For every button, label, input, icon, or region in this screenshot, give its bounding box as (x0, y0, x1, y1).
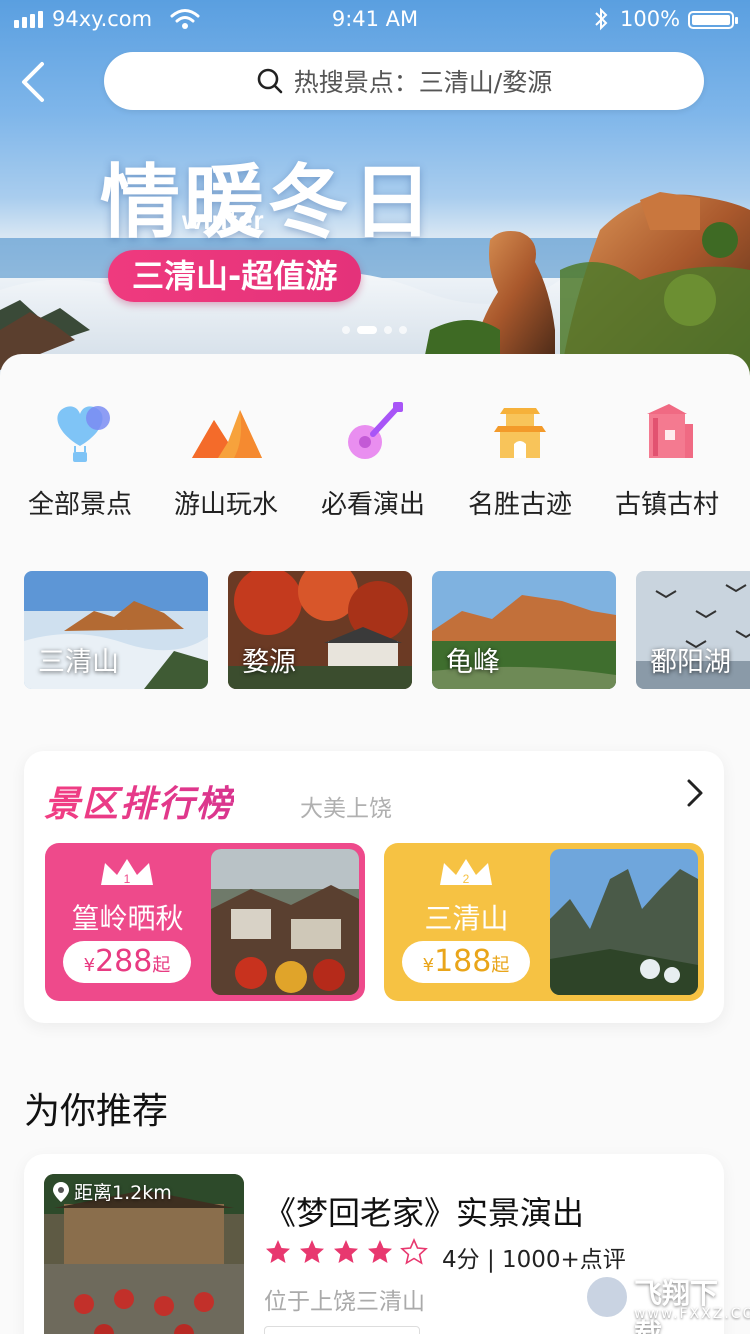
search-icon (257, 68, 283, 94)
location-pin-icon (53, 1181, 69, 1202)
category-label: 游山玩水 (173, 490, 278, 520)
crown-icon: 1 (101, 859, 153, 886)
ranking-item-price: ¥188起 (402, 941, 530, 983)
category-label: 古镇古村 (614, 490, 719, 520)
main-content: 全部景点 游山玩水 必看演出 名胜古迹 古镇古村 三清山 婺源 龟峰 鄱阳湖 景… (0, 354, 750, 1334)
guitar-icon (348, 402, 403, 459)
watermark-text: 飞翔下载 (634, 1277, 719, 1334)
price-suffix: 起 (152, 955, 171, 976)
ranking-item-2[interactable]: 2 三清山 ¥188起 (384, 843, 704, 1001)
category-ancient-towns[interactable]: 古镇古村 (594, 400, 740, 521)
banner-tag[interactable]: 三清山-超值游 (108, 250, 362, 302)
recommend-score: 4分 | 1000+点评 (442, 1247, 626, 1273)
price-value: 288 (95, 944, 153, 979)
star-filled-icon (300, 1240, 324, 1263)
recommend-title: 为你推荐 (24, 1091, 169, 1132)
ranking-item-photo (550, 849, 698, 995)
pagination-dot[interactable] (399, 326, 407, 334)
ranking-title: 景区排行榜 (44, 775, 234, 827)
recommend-location: 位于上饶三清山 (264, 1289, 425, 1315)
ranking-item-photo (211, 849, 359, 995)
battery-icon (688, 11, 738, 29)
price-currency: ¥ (83, 955, 96, 976)
rating-stars (264, 1238, 428, 1266)
ranking-card: 景区排行榜 大美上饶 1 篁岭晒秋 ¥288起 2 三清山 ¥188起 (24, 751, 724, 1023)
category-all-spots[interactable]: 全部景点 (7, 400, 153, 521)
ranking-item-name: 篁岭晒秋 (71, 902, 184, 935)
scenic-label: 鄱阳湖 (650, 647, 731, 678)
banner-pagination[interactable] (342, 326, 407, 334)
scenic-card-poyang-lake[interactable]: 鄱阳湖 (636, 571, 750, 689)
category-mountains[interactable]: 游山玩水 (153, 400, 299, 521)
category-historic-sites[interactable]: 名胜古迹 (447, 400, 593, 521)
watermark-icon (584, 1274, 630, 1320)
recommend-name: 《梦回老家》实景演出 (264, 1194, 585, 1232)
scenic-spot-carousel[interactable]: 三清山 婺源 龟峰 鄱阳湖 (24, 571, 750, 689)
category-label: 名胜古迹 (467, 490, 572, 520)
rank-number: 2 (463, 872, 470, 886)
watermark-logo: 飞翔下载 www.FXXZ.COM (584, 1272, 750, 1334)
ranking-item-name: 三清山 (424, 902, 509, 935)
star-empty-icon (400, 1238, 428, 1265)
scenic-card-guifeng[interactable]: 龟峰 (432, 571, 616, 689)
recommend-photo: 距离1.2km (44, 1174, 244, 1334)
scenic-label: 三清山 (38, 647, 119, 678)
search-bar[interactable]: 热搜景点：三清山/婺源 (104, 52, 704, 110)
scenic-card-wuyuan[interactable]: 婺源 (228, 571, 412, 689)
house-icon (647, 404, 693, 458)
price-suffix: 起 (491, 955, 510, 976)
pagination-dot[interactable] (357, 326, 377, 334)
distance-text: 距离1.2km (74, 1182, 172, 1204)
pagination-dot[interactable] (384, 326, 392, 334)
ranking-item-price: ¥288起 (63, 941, 191, 983)
watermark-url: www.FXXZ.COM (634, 1306, 750, 1322)
scenic-label: 婺源 (242, 647, 296, 678)
scenic-label: 龟峰 (446, 647, 500, 678)
category-label: 全部景点 (27, 490, 132, 520)
crown-icon: 2 (440, 859, 492, 886)
star-filled-icon (368, 1240, 392, 1263)
battery-percent: 100% (620, 7, 681, 31)
pagination-dot[interactable] (342, 326, 350, 334)
status-bar: 94xy.com 9:41 AM 100% (0, 0, 750, 40)
category-shows[interactable]: 必看演出 (300, 400, 446, 521)
price-value: 188 (434, 944, 492, 979)
scenic-card-sanqingshan[interactable]: 三清山 (24, 571, 208, 689)
pagoda-icon (494, 408, 546, 458)
category-nav: 全部景点 游山玩水 必看演出 名胜古迹 古镇古村 (0, 400, 750, 530)
hero-banner[interactable]: 94xy.com 9:41 AM 100% 热搜景点：三清山/婺源 情暖冬日 w… (0, 0, 750, 380)
banner-subtitle: winter (182, 205, 265, 235)
star-filled-icon (266, 1240, 290, 1263)
recommend-tag (264, 1326, 420, 1334)
ranking-subtitle: 大美上饶 (300, 796, 392, 822)
chevron-right-icon[interactable] (684, 777, 706, 809)
category-label: 必看演出 (320, 490, 425, 520)
recommend-distance: 距离1.2km (52, 1178, 172, 1205)
back-arrow-icon[interactable] (18, 60, 50, 104)
star-filled-icon (334, 1240, 358, 1263)
price-currency: ¥ (422, 955, 435, 976)
banner-title: 情暖冬日 (100, 155, 436, 249)
ranking-item-1[interactable]: 1 篁岭晒秋 ¥288起 (45, 843, 365, 1001)
balloon-icon (57, 406, 110, 462)
rank-number: 1 (124, 872, 131, 886)
bluetooth-icon (595, 7, 608, 31)
mountain-icon (192, 410, 262, 458)
search-placeholder: 热搜景点：三清山/婺源 (293, 68, 553, 97)
